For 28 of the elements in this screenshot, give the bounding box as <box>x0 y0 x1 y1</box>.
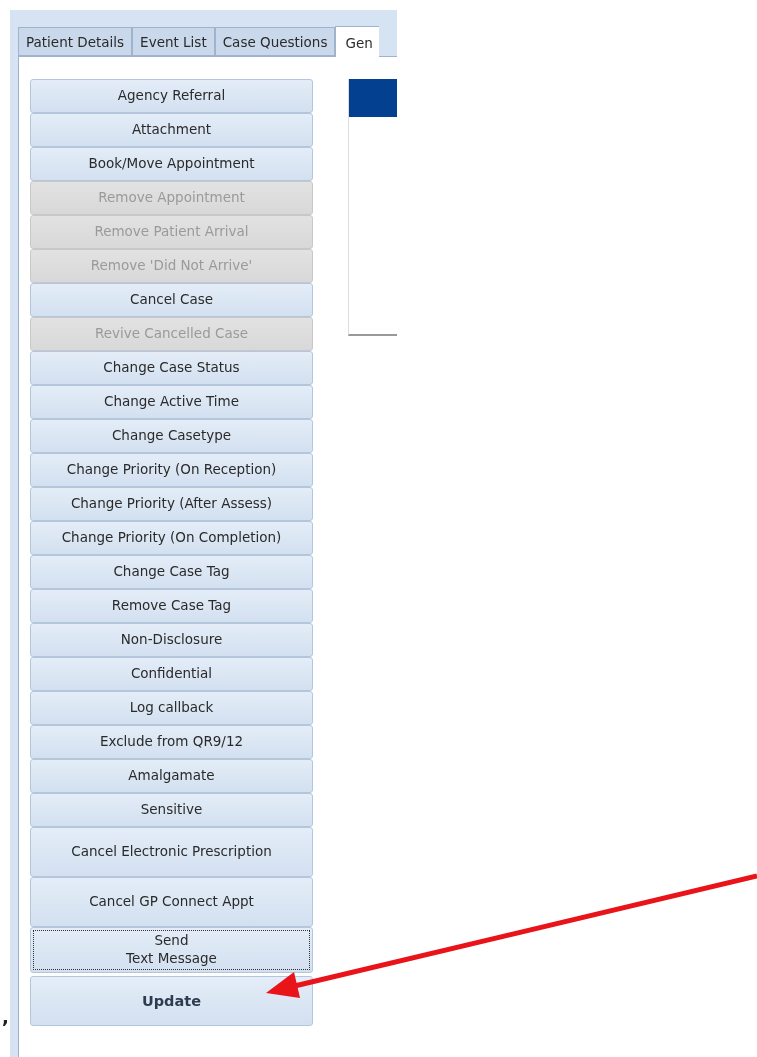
action-button[interactable]: Log callback <box>30 691 313 725</box>
action-button[interactable]: Change Active Time <box>30 385 313 419</box>
action-button[interactable]: Change Priority (On Reception) <box>30 453 313 487</box>
action-button[interactable]: Exclude from QR9/12 <box>30 725 313 759</box>
action-button[interactable]: Cancel Electronic Prescription <box>30 827 313 877</box>
tab[interactable]: Patient Details <box>18 27 133 56</box>
action-button[interactable]: Change Priority (After Assess) <box>30 487 313 521</box>
action-button[interactable]: Change Case Status <box>30 351 313 385</box>
list-header <box>349 79 397 117</box>
action-button[interactable]: Remove Case Tag <box>30 589 313 623</box>
action-button[interactable]: Change Priority (On Completion) <box>30 521 313 555</box>
action-button[interactable]: Confidential <box>30 657 313 691</box>
tab[interactable]: Case Questions <box>214 27 336 56</box>
action-button[interactable]: Cancel GP Connect Appt <box>30 877 313 927</box>
action-button[interactable]: Attachment <box>30 113 313 147</box>
action-button[interactable]: Agency Referral <box>30 79 313 113</box>
action-button[interactable]: Amalgamate <box>30 759 313 793</box>
action-button[interactable]: Non-Disclosure <box>30 623 313 657</box>
action-button[interactable]: Change Case Tag <box>30 555 313 589</box>
stray-comma: , <box>2 1006 10 1027</box>
action-button[interactable]: Change Casetype <box>30 419 313 453</box>
action-button[interactable]: Sensitive <box>30 793 313 827</box>
action-button[interactable]: Book/Move Appointment <box>30 147 313 181</box>
action-button[interactable]: Send Text Message <box>30 927 313 973</box>
tab[interactable]: Event List <box>132 27 215 56</box>
action-button[interactable]: Update <box>30 976 313 1026</box>
action-button[interactable]: Cancel Case <box>30 283 313 317</box>
tab[interactable]: Gen <box>335 26 379 57</box>
